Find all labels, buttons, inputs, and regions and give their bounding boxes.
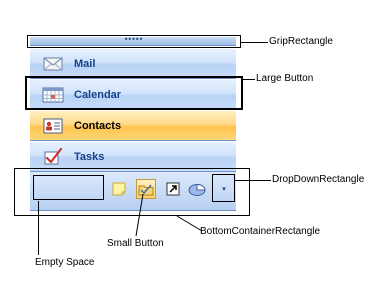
nav-label-tasks: Tasks	[74, 150, 105, 163]
task-checkbox-icon	[42, 147, 64, 166]
dropdown-rectangle-frame	[212, 174, 235, 202]
large-button-label: Large Button	[256, 73, 314, 84]
bottom-container-rectangle-label: BottomContainerRectangle	[200, 226, 321, 237]
envelope-icon	[42, 55, 64, 73]
grip-rectangle-label: GripRectangle	[269, 36, 333, 47]
nav-label-contacts: Contacts	[74, 119, 122, 132]
empty-space-frame	[33, 175, 104, 200]
large-button-leader-line	[243, 79, 255, 80]
nav-button-mail[interactable]: Mail	[30, 49, 236, 79]
large-button-frame	[25, 76, 243, 110]
nav-button-contacts[interactable]: Contacts	[30, 111, 236, 141]
dropdown-leader-line	[235, 180, 271, 181]
dropdown-rectangle-label: DropDownRectangle	[272, 174, 365, 185]
empty-space-leader-line	[38, 201, 39, 255]
grip-rectangle-frame	[27, 35, 241, 48]
grip-leader-line	[241, 42, 268, 43]
empty-space-label: Empty Space	[35, 257, 95, 268]
contacts-card-icon	[42, 117, 64, 135]
nav-label-mail: Mail	[74, 57, 96, 70]
small-button-label: Small Button	[107, 238, 164, 249]
